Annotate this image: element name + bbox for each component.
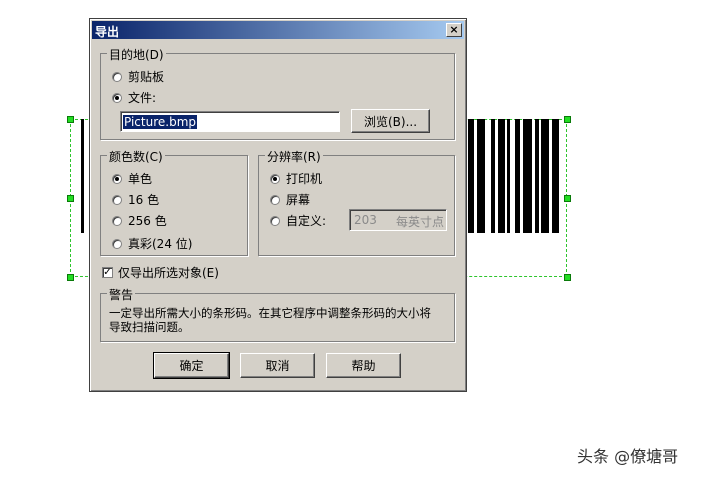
clipboard-label: 剪贴板 — [128, 70, 165, 84]
ok-button[interactable]: 确定 — [153, 352, 230, 379]
custom-dpi-unit: 每英寸点 — [395, 215, 444, 229]
selection-handle-top-right[interactable] — [564, 116, 571, 123]
resolution-option-label: 打印机 — [286, 172, 323, 186]
radio-selected-icon — [270, 173, 280, 184]
radio-icon — [112, 215, 122, 226]
radio-icon — [270, 215, 280, 226]
file-name-value: Picture.bmp — [123, 115, 198, 129]
color-option-label: 256 色 — [128, 214, 167, 228]
resolution-option-label: 屏幕 — [286, 193, 311, 207]
color-option-mono[interactable]: 单色 — [112, 170, 152, 187]
custom-dpi-value: 203 — [354, 213, 377, 227]
resolution-option-screen[interactable]: 屏幕 — [270, 191, 310, 208]
colors-legend: 颜色数(C) — [107, 148, 165, 165]
color-option-16[interactable]: 16 色 — [112, 191, 159, 208]
radio-selected-icon — [112, 92, 122, 103]
selection-handle-bottom-left[interactable] — [67, 274, 74, 281]
watermark-text: 头条 @僚塘哥 — [577, 447, 679, 466]
color-option-256[interactable]: 256 色 — [112, 212, 167, 229]
colors-group: 颜色数(C) 单色 16 色 256 色 真彩(24 位) — [100, 148, 248, 256]
color-option-label: 16 色 — [128, 193, 160, 207]
resolution-legend: 分辨率(R) — [265, 148, 323, 165]
browse-button[interactable]: 浏览(B)... — [351, 109, 430, 133]
file-name-input[interactable]: Picture.bmp — [120, 111, 340, 132]
resolution-group: 分辨率(R) 打印机 屏幕 自定义: 203 每英寸点 — [258, 148, 455, 256]
destination-legend: 目的地(D) — [107, 46, 166, 63]
selection-handle-top-left[interactable] — [67, 116, 74, 123]
resolution-option-printer[interactable]: 打印机 — [270, 170, 322, 187]
radio-selected-icon — [112, 173, 122, 184]
checkmark-icon: ✓ — [102, 267, 113, 278]
radio-icon — [270, 194, 280, 205]
color-option-label: 单色 — [128, 172, 153, 186]
selection-handle-bottom-right[interactable] — [564, 274, 571, 281]
clipboard-radio[interactable]: 剪贴板 — [112, 68, 164, 85]
close-button[interactable]: × — [446, 23, 462, 37]
warning-text: 一定导出所需大小的条形码。在其它程序中调整条形码的大小将导致扫描问题。 — [109, 306, 431, 334]
barcode-bar — [81, 119, 84, 233]
resolution-option-custom[interactable]: 自定义: — [270, 212, 326, 229]
color-option-label: 真彩(24 位) — [128, 237, 193, 251]
selection-handle-middle-left[interactable] — [67, 195, 74, 202]
warning-group: 警告 一定导出所需大小的条形码。在其它程序中调整条形码的大小将导致扫描问题。 — [100, 286, 455, 342]
file-radio[interactable]: 文件: — [112, 89, 156, 106]
help-button[interactable]: 帮助 — [326, 353, 401, 378]
title-bar[interactable]: 导出 × — [92, 21, 464, 39]
dialog-title: 导出 — [95, 25, 120, 39]
custom-dpi-input[interactable]: 203 每英寸点 — [349, 209, 447, 231]
file-label: 文件: — [128, 91, 157, 105]
color-option-truecolor[interactable]: 真彩(24 位) — [112, 235, 192, 252]
barcode-image — [468, 119, 564, 233]
cancel-button[interactable]: 取消 — [240, 353, 315, 378]
warning-legend: 警告 — [107, 286, 136, 303]
export-selected-label: 仅导出所选对象(E) — [118, 266, 219, 280]
export-selected-checkbox[interactable]: ✓ 仅导出所选对象(E) — [102, 264, 219, 281]
radio-icon — [112, 238, 122, 249]
resolution-option-label: 自定义: — [286, 214, 327, 228]
radio-icon — [112, 194, 122, 205]
destination-group: 目的地(D) 剪贴板 文件: Picture.bmp 浏览(B)... — [100, 46, 455, 140]
export-dialog: 导出 × 目的地(D) 剪贴板 文件: Picture.bmp 浏览(B)...… — [89, 18, 467, 392]
selection-handle-middle-right[interactable] — [564, 195, 571, 202]
radio-icon — [112, 71, 122, 82]
